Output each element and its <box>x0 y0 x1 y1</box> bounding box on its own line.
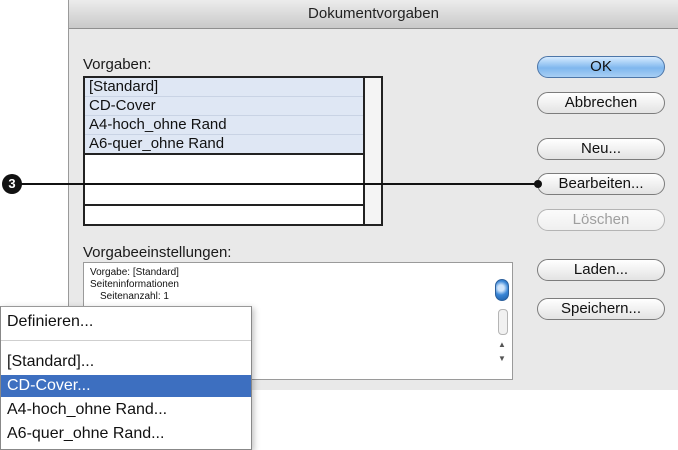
scroll-thumb[interactable] <box>495 279 509 301</box>
preset-item[interactable]: [Standard] <box>85 78 363 97</box>
menu-item-standard[interactable]: [Standard]... <box>1 351 251 373</box>
settings-label: Vorgabeeinstellungen: <box>83 244 232 261</box>
menu-item-a4-hoch[interactable]: A4-hoch_ohne Rand... <box>1 399 251 421</box>
list-divider <box>85 204 363 206</box>
menu-item-a6-quer[interactable]: A6-quer_ohne Rand... <box>1 423 251 445</box>
delete-button[interactable]: Löschen <box>537 209 665 231</box>
menu-item-cd-cover[interactable]: CD-Cover... <box>1 375 251 397</box>
cancel-button[interactable]: Abbrechen <box>537 92 665 114</box>
callout-dot <box>534 180 542 188</box>
menu-separator <box>1 340 251 341</box>
scroll-up-arrow-icon[interactable]: ▲ <box>496 339 508 351</box>
settings-line: Seiteninformationen <box>90 279 179 290</box>
settings-line: Seitenanzahl: 1 <box>100 291 169 302</box>
menu-item-define[interactable]: Definieren... <box>1 311 251 333</box>
presets-scrollbar[interactable] <box>363 78 381 224</box>
settings-scrollbar[interactable]: ▲ ▼ <box>494 269 510 377</box>
load-button[interactable]: Laden... <box>537 259 665 281</box>
save-button[interactable]: Speichern... <box>537 298 665 320</box>
scroll-down-arrow-icon[interactable]: ▼ <box>496 353 508 365</box>
new-button[interactable]: Neu... <box>537 138 665 160</box>
preset-item[interactable]: A4-hoch_ohne Rand <box>85 116 363 135</box>
presets-label: Vorgaben: <box>83 56 152 73</box>
edit-button[interactable]: Bearbeiten... <box>537 173 665 195</box>
presets-popup-menu: Definieren... [Standard]... CD-Cover... … <box>0 306 252 450</box>
presets-list[interactable]: [Standard] CD-Cover A4-hoch_ohne Rand A6… <box>83 76 383 226</box>
dialog-title: Dokumentvorgaben <box>69 0 678 29</box>
preset-item[interactable]: A6-quer_ohne Rand <box>85 135 363 155</box>
settings-line: Vorgabe: [Standard] <box>90 267 179 278</box>
scroll-track[interactable] <box>498 309 508 335</box>
ok-button[interactable]: OK <box>537 56 665 78</box>
callout-number: 3 <box>2 174 22 194</box>
callout-line <box>14 183 536 185</box>
preset-item[interactable]: CD-Cover <box>85 97 363 116</box>
